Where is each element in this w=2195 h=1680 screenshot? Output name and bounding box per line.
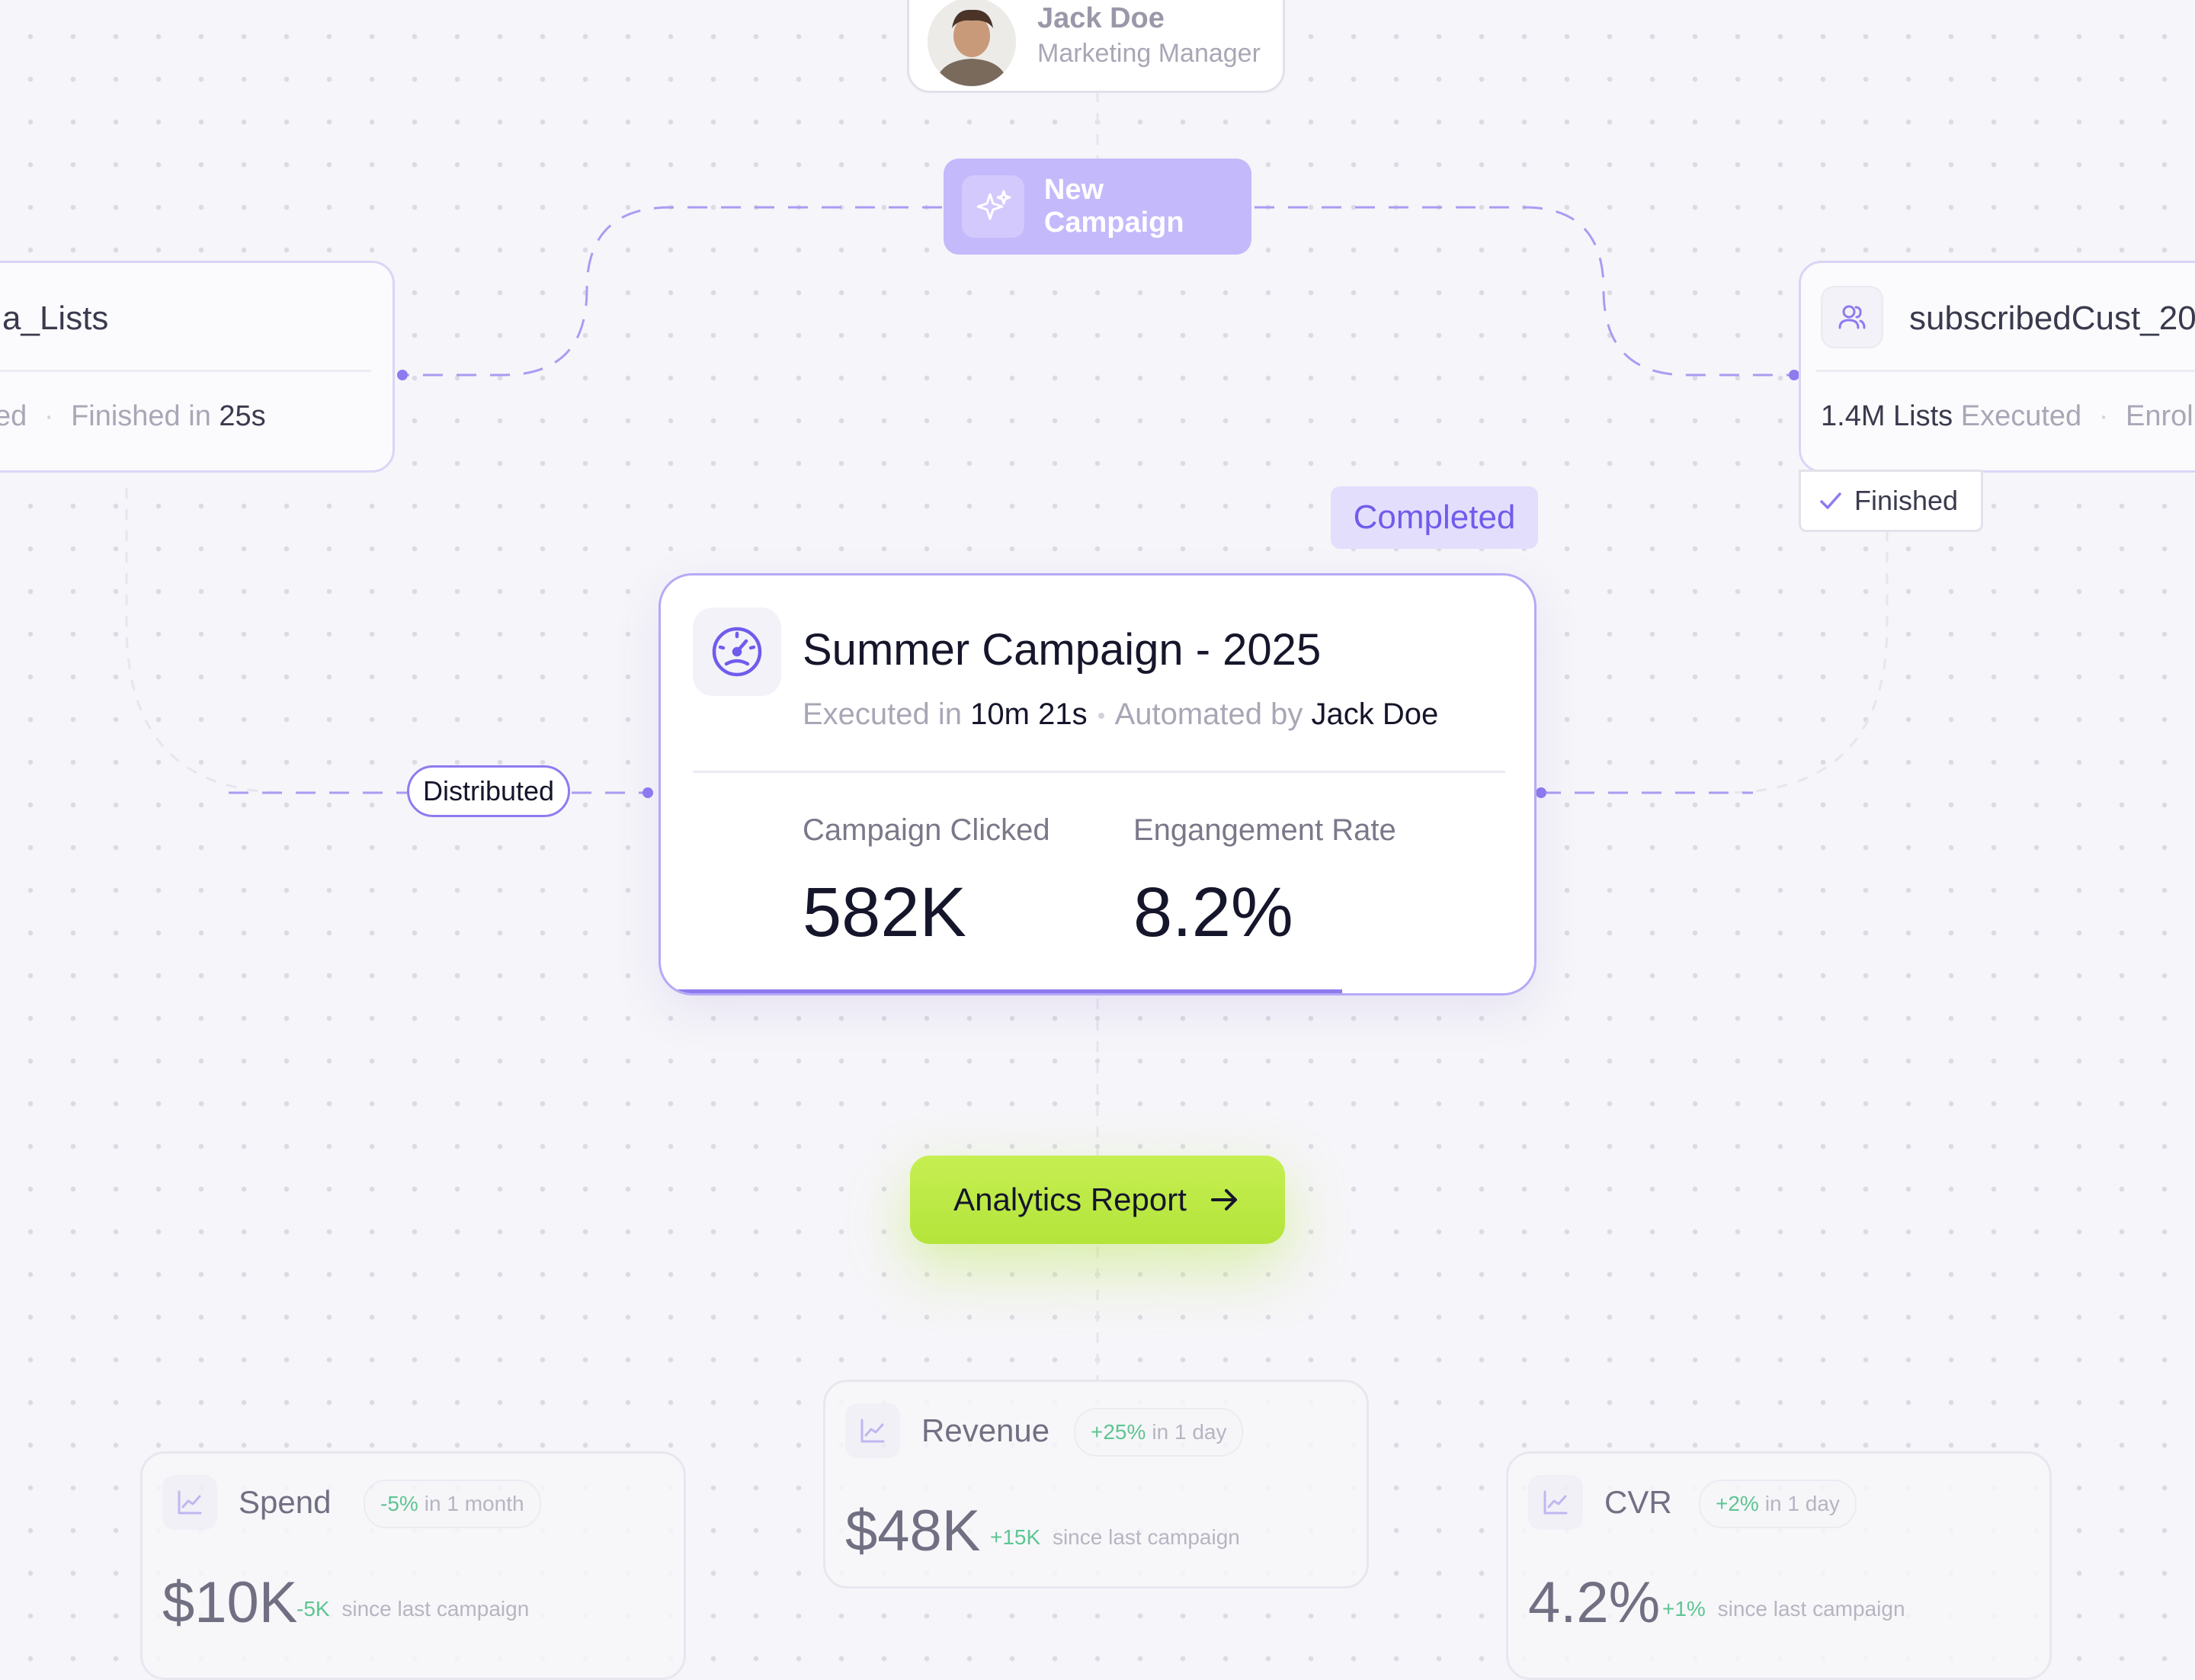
finished-tag: Finished	[1799, 470, 1983, 532]
campaign-progress-bar	[661, 989, 1342, 993]
stat-value: 4.2%	[1528, 1570, 1661, 1635]
analytics-report-button[interactable]: Analytics Report	[910, 1156, 1285, 1244]
stat-since: +1% since last campaign	[1662, 1597, 1905, 1621]
chart-line-icon	[1528, 1475, 1583, 1530]
automated-label: Automated by	[1114, 697, 1303, 731]
right-list-title: subscribedCust_20	[1909, 300, 2195, 337]
executed-label: Executed in	[803, 697, 963, 731]
divider	[1816, 370, 2195, 372]
right-list-enroll: Enroll	[2125, 400, 2195, 432]
gauge-icon	[693, 608, 781, 696]
divider	[693, 771, 1505, 773]
finished-label: Finished	[1854, 485, 1959, 516]
stat-period: in 1 day	[1764, 1492, 1840, 1515]
stat-label: Revenue	[921, 1412, 1050, 1448]
left-list-title: a_Lists	[2, 300, 109, 337]
left-list-finished-label: Finished in	[71, 400, 211, 432]
stat-period: in 1 month	[424, 1492, 524, 1515]
stat-change-pill: +2% in 1 day	[1699, 1480, 1857, 1528]
stat-since-change: +15K	[990, 1525, 1041, 1549]
stat-since: -5K since last campaign	[296, 1597, 529, 1621]
stat-label: CVR	[1604, 1484, 1672, 1520]
user-name: Jack Doe	[1037, 2, 1165, 34]
stat-value: $10K	[162, 1570, 298, 1635]
executed-value: 10m 21s	[970, 697, 1088, 731]
right-list-count: 1.4M Lists	[1821, 400, 1953, 432]
stat-since-change: -5K	[296, 1597, 330, 1621]
chart-line-icon	[845, 1403, 900, 1458]
stat-card-revenue[interactable]: Revenue +25% in 1 day $48K +15K since la…	[823, 1380, 1369, 1589]
left-list-status: ed	[0, 400, 27, 432]
user-card[interactable]: Jack Doe Marketing Manager	[907, 0, 1285, 93]
campaign-title: Summer Campaign - 2025	[803, 625, 1322, 675]
metric-value: 582K	[803, 874, 966, 951]
stat-change-pill: +25% in 1 day	[1074, 1408, 1244, 1457]
check-icon	[1820, 492, 1841, 509]
stat-card-spend[interactable]: Spend -5% in 1 month $10K -5K since last…	[140, 1451, 686, 1680]
automated-value: Jack Doe	[1311, 697, 1439, 731]
left-list-finished-value: 25s	[219, 400, 266, 432]
new-campaign-label: New Campaign	[1043, 174, 1184, 239]
stat-since-change: +1%	[1662, 1597, 1706, 1621]
users-icon	[1821, 286, 1883, 348]
edge-label-distributed: Distributed	[407, 765, 570, 817]
status-badge: Completed	[1331, 486, 1538, 549]
right-list-meta: 1.4M Lists Executed · Enroll	[1821, 400, 2195, 433]
metric-value: 8.2%	[1133, 874, 1293, 951]
campaign-meta: Executed in 10m 21s Automated by Jack Doe	[803, 697, 1438, 732]
stat-change: +25%	[1091, 1420, 1146, 1444]
stat-change: +2%	[1716, 1492, 1759, 1515]
metric-label: Campaign Clicked	[803, 813, 1050, 847]
left-list-card[interactable]: a_Lists ed · Finished in 25s	[0, 261, 395, 473]
new-campaign-button[interactable]: New Campaign	[944, 159, 1251, 255]
stat-value: $48K	[845, 1499, 981, 1563]
sparkle-icon	[962, 175, 1024, 238]
stat-since-label: since last campaign	[341, 1597, 530, 1621]
stat-card-cvr[interactable]: CVR +2% in 1 day 4.2% +1% since last cam…	[1506, 1451, 2052, 1680]
analytics-report-label: Analytics Report	[953, 1181, 1187, 1217]
left-list-meta: ed · Finished in 25s	[0, 400, 266, 433]
stat-change: -5%	[380, 1492, 418, 1515]
user-role: Marketing Manager	[1037, 39, 1261, 68]
stat-label: Spend	[239, 1484, 332, 1520]
stat-period: in 1 day	[1152, 1420, 1227, 1444]
stat-change-pill: -5% in 1 month	[364, 1480, 541, 1528]
divider	[0, 370, 371, 372]
chart-line-icon	[162, 1475, 217, 1530]
metric-label: Engangement Rate	[1133, 813, 1396, 847]
avatar	[928, 0, 1016, 86]
stat-since-label: since last campaign	[1052, 1525, 1240, 1549]
right-list-executed-label: Executed	[1960, 400, 2082, 432]
right-list-card[interactable]: subscribedCust_20 1.4M Lists Executed · …	[1799, 261, 2195, 473]
campaign-card[interactable]: Summer Campaign - 2025 Executed in 10m 2…	[658, 573, 1536, 995]
stat-since: +15K since last campaign	[990, 1525, 1240, 1550]
arrow-right-icon	[1210, 1189, 1237, 1210]
stat-since-label: since last campaign	[1717, 1597, 1905, 1621]
